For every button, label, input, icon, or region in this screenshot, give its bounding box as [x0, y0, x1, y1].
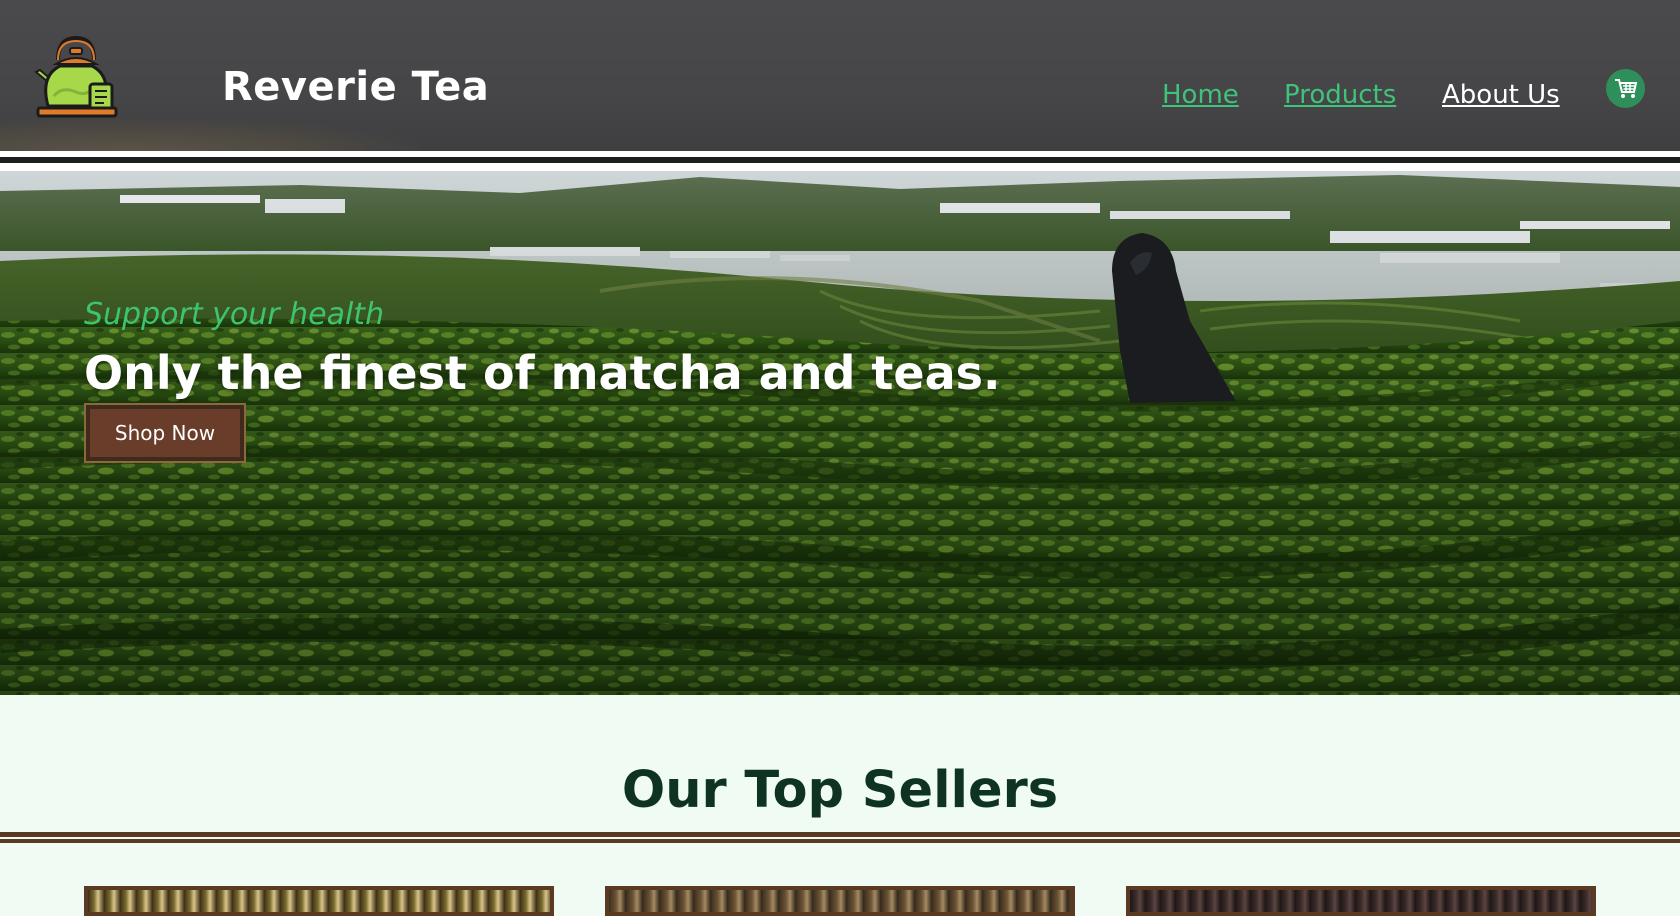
section-divider-lower — [0, 839, 1680, 843]
main-nav: Home Products About Us — [0, 80, 1680, 120]
nav-about-us-link[interactable]: About Us — [1442, 80, 1560, 110]
top-sellers-title: Our Top Sellers — [621, 761, 1059, 820]
section-divider — [0, 832, 1680, 837]
nav-products-link[interactable]: Products — [1284, 80, 1396, 110]
tea-plantation-image — [0, 171, 1680, 695]
header-divider-light — [0, 163, 1680, 171]
product-card[interactable] — [84, 886, 554, 916]
hero-banner: Support your health Only the finest of m… — [0, 171, 1680, 695]
hero-headline: Only the finest of matcha and teas. — [84, 346, 1001, 400]
product-card[interactable] — [1126, 886, 1596, 916]
site-header: Reverie Tea Home Products About Us — [0, 0, 1680, 151]
shopping-cart-icon[interactable] — [1606, 69, 1645, 108]
shop-now-button[interactable]: Shop Now — [84, 403, 246, 463]
header-background-hills — [0, 118, 420, 151]
hero-tagline: Support your health — [84, 297, 385, 332]
product-card[interactable] — [605, 886, 1075, 916]
nav-home-link[interactable]: Home — [1162, 80, 1239, 110]
